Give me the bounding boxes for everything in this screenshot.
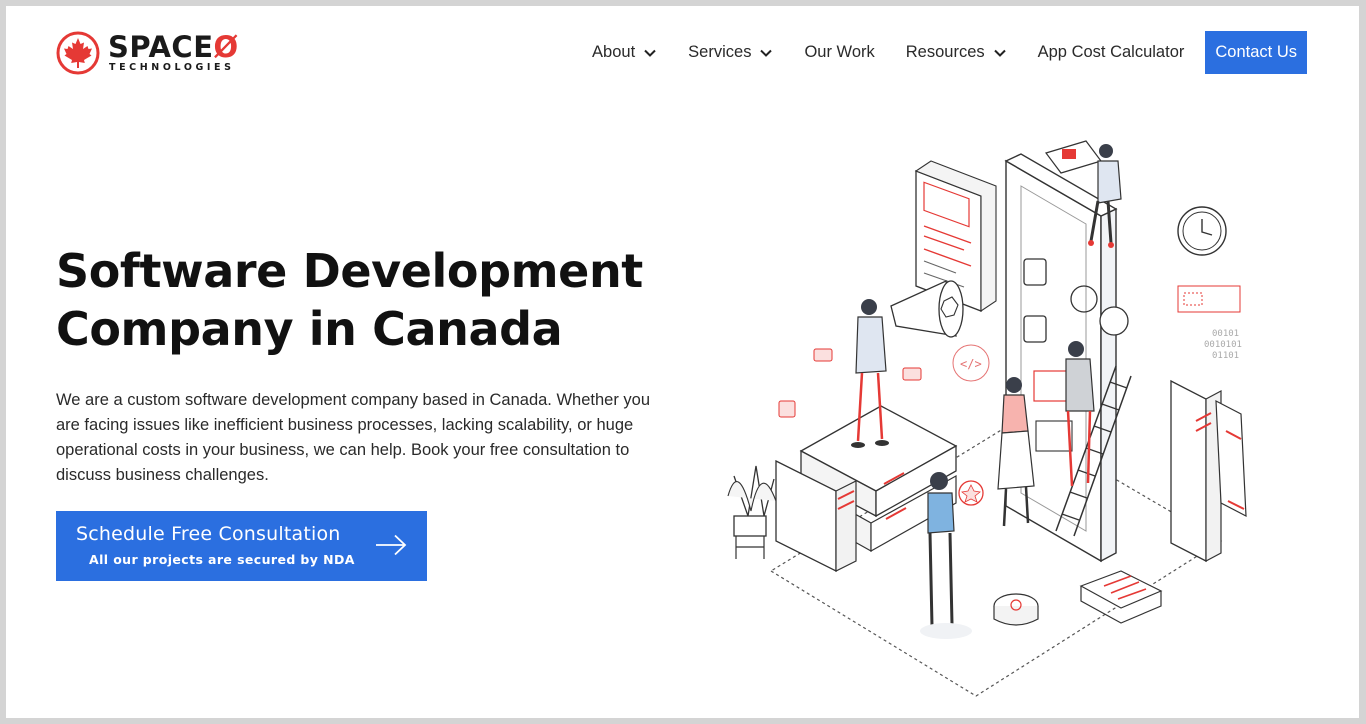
hero-title-line-2: Company in Canada (56, 302, 563, 356)
brand-zero: Ø (213, 30, 239, 64)
book-stack-right (1170, 379, 1247, 563)
main-nav: About Services Our Work Resources App Co… (592, 31, 1307, 74)
binary-line-1: 00101 (1212, 329, 1239, 339)
isometric-team-building-app-illustration: 00101 0010101 01101 </> (727, 140, 1247, 697)
nav-item-label: About (592, 43, 636, 61)
brand-wordmark: SPACEØ TECHNOLOGIES (108, 32, 239, 74)
megaphone (890, 280, 964, 338)
chevron-down-icon (644, 49, 656, 57)
hero-description: We are a custom software development com… (56, 391, 651, 484)
brand-subtitle: TECHNOLOGIES (109, 62, 235, 73)
nav-item-services[interactable]: Services (688, 43, 773, 62)
cta-subtitle: All our projects are secured by NDA (89, 552, 355, 567)
cta-title: Schedule Free Consultation (76, 523, 341, 545)
video-card (1045, 140, 1102, 174)
nav-item-label: Resources (905, 43, 985, 61)
nav-item-label: App Cost Calculator (1037, 43, 1185, 61)
brand-logo[interactable]: SPACEØ TECHNOLOGIES (56, 28, 239, 78)
nav-item-label: Services (688, 43, 752, 61)
nav-item-app-cost-calculator[interactable]: App Cost Calculator (1038, 43, 1185, 62)
brand-name: SPACEØ (108, 30, 239, 64)
floor-chip-code (1079, 570, 1163, 624)
nav-item-label: Our Work (804, 43, 875, 61)
chevron-down-icon (760, 49, 773, 57)
maple-leaf-icon (56, 31, 100, 75)
binary-line-2: 0010101 (1204, 340, 1242, 350)
code-tag: </> (960, 357, 982, 371)
floor-chip-gear (993, 593, 1039, 626)
schedule-consultation-button[interactable]: Schedule Free Consultation All our proje… (56, 511, 427, 581)
hero-title-line-1: Software Development (56, 244, 643, 298)
chevron-down-icon (993, 49, 1006, 57)
binary-line-3: 01101 (1212, 351, 1239, 361)
person-woman-star (920, 472, 984, 639)
hero-title: Software Development Company in Canada (56, 242, 696, 358)
clock-icon (1177, 206, 1227, 256)
nav-item-resources[interactable]: Resources (906, 43, 1007, 62)
contact-us-button[interactable]: Contact Us (1205, 31, 1307, 74)
page: SPACEØ TECHNOLOGIES About Services Our W… (6, 6, 1359, 718)
nav-item-about[interactable]: About (592, 43, 657, 62)
arrow-right-icon (376, 534, 407, 556)
plant-pot (727, 465, 777, 559)
nav-item-our-work[interactable]: Our Work (804, 43, 874, 62)
